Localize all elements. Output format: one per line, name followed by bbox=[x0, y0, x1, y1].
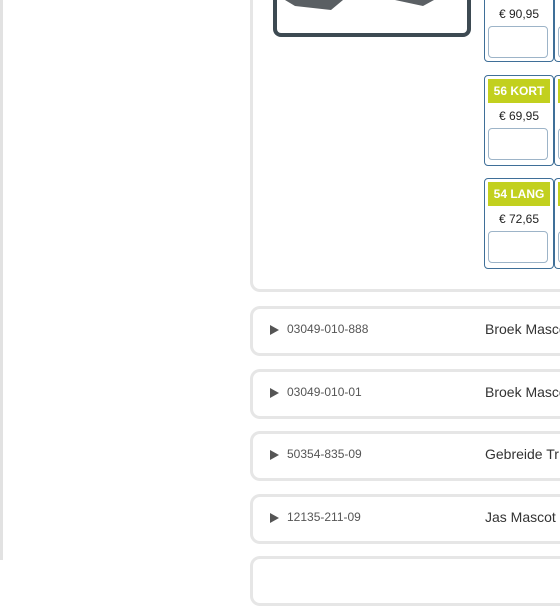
size-price: € 69,95 bbox=[498, 109, 540, 123]
quantity-input[interactable] bbox=[488, 26, 548, 58]
product-image bbox=[273, 0, 471, 37]
product-description: Broek Masco bbox=[485, 321, 560, 337]
size-label-badge: 56 KORT bbox=[488, 79, 550, 103]
product-row[interactable]: 50354-835-09 Gebreide Tr bbox=[250, 431, 560, 481]
size-option-card bbox=[554, 0, 560, 62]
product-description: Jas Mascot bbox=[485, 509, 556, 525]
product-description: Gebreide Tr bbox=[485, 446, 559, 462]
product-code: 12135-211-09 bbox=[287, 510, 361, 524]
product-code: 03049-010-888 bbox=[287, 322, 369, 336]
quantity-input[interactable] bbox=[488, 231, 548, 263]
product-row[interactable] bbox=[250, 556, 560, 606]
size-option-card: € 90,95 bbox=[484, 0, 554, 62]
triangle-right-icon[interactable] bbox=[270, 450, 279, 460]
product-code: 03049-010-01 bbox=[287, 385, 362, 399]
size-option-card: 56 KORT € 69,95 bbox=[484, 75, 554, 166]
triangle-right-icon[interactable] bbox=[270, 388, 279, 398]
size-label-badge: 54 LANG bbox=[488, 182, 550, 206]
size-option-card bbox=[554, 75, 560, 166]
product-row[interactable]: 03049-010-01 Broek Masco bbox=[250, 369, 560, 419]
size-option-card bbox=[554, 178, 560, 269]
product-row[interactable]: 03049-010-888 Broek Masco bbox=[250, 306, 560, 356]
size-option-card: 54 LANG € 72,65 bbox=[484, 178, 554, 269]
size-price: € 72,65 bbox=[498, 212, 540, 226]
product-row[interactable]: 12135-211-09 Jas Mascot bbox=[250, 494, 560, 544]
quantity-input[interactable] bbox=[488, 128, 548, 160]
triangle-right-icon[interactable] bbox=[270, 325, 279, 335]
product-description: Broek Masco bbox=[485, 384, 560, 400]
sidebar-divider bbox=[0, 0, 3, 560]
product-code: 50354-835-09 bbox=[287, 447, 362, 461]
size-price: € 90,95 bbox=[498, 7, 540, 21]
triangle-right-icon[interactable] bbox=[270, 513, 279, 523]
